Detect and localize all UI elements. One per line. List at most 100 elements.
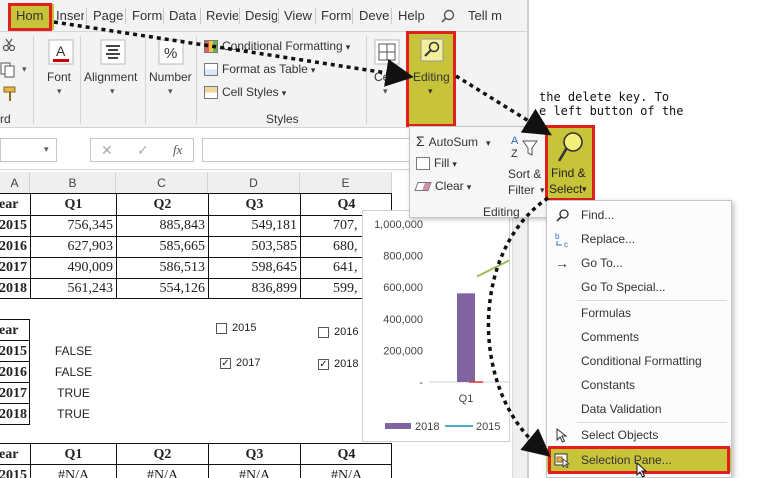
menu-item-formulas[interactable]: Formulas	[547, 301, 731, 325]
cut-icon[interactable]	[2, 38, 16, 52]
table-cell[interactable]: 2017	[0, 256, 30, 279]
copy-icon[interactable]	[0, 62, 18, 78]
table-cell[interactable]: 2016	[0, 235, 30, 258]
tab-insert[interactable]: Inser	[54, 4, 84, 28]
table-cell[interactable]: 2015	[0, 214, 30, 237]
table-cell[interactable]: 503,585	[209, 235, 300, 258]
menu-item-conditional-formatting[interactable]: Conditional Formatting	[547, 349, 731, 373]
menu-item-constants[interactable]: Constants	[547, 373, 731, 397]
conditional-formatting-button[interactable]: Conditional Formatting ▾	[204, 36, 350, 56]
alignment-dropdown-arrow[interactable]: ▾	[110, 86, 115, 97]
sort-filter-label-2[interactable]: Filter	[508, 183, 535, 197]
column-header-a[interactable]: A	[0, 172, 30, 194]
table-cell[interactable]: 561,243	[31, 277, 116, 300]
table-header-year[interactable]: ear	[0, 193, 30, 216]
menu-item-replace[interactable]: bc Replace...	[547, 227, 731, 251]
enter-icon[interactable]: ✓	[137, 142, 149, 159]
checkbox-2018[interactable]: ✓ 2018	[318, 358, 358, 370]
formula-input[interactable]	[202, 138, 412, 162]
font-dropdown-arrow[interactable]: ▾	[57, 86, 62, 97]
table-cell[interactable]: FALSE	[31, 361, 116, 384]
tab-view[interactable]: View	[282, 4, 314, 28]
sort-filter-dropdown-arrow[interactable]: ▾	[540, 185, 545, 196]
percent-icon[interactable]: %	[157, 38, 185, 66]
tab-format[interactable]: Form	[319, 4, 353, 28]
table-cell[interactable]: 585,665	[117, 235, 208, 258]
menu-item-go-to-special[interactable]: Go To Special...	[547, 275, 731, 299]
name-box-dropdown[interactable]: ▾	[44, 144, 49, 155]
sales-chart[interactable]: 1,000,000 800,000 600,000 400,000 200,000 - Q1…	[362, 210, 510, 442]
clear-button[interactable]: Clear ▾	[414, 176, 471, 196]
tell-me-box[interactable]: Tell m	[466, 4, 504, 28]
copy-dropdown-arrow[interactable]: ▾	[22, 64, 27, 75]
table-cell[interactable]: FALSE	[31, 340, 116, 363]
cells-icon[interactable]	[373, 38, 401, 66]
tab-data[interactable]: Data	[167, 4, 198, 28]
cancel-icon[interactable]: ✕	[101, 142, 113, 159]
table-cell[interactable]: 549,181	[209, 214, 300, 237]
table-cell[interactable]: #N/A	[301, 464, 392, 478]
table-header-year[interactable]: ear	[0, 319, 30, 342]
menu-item-find[interactable]: Find...	[547, 203, 731, 227]
table-cell[interactable]: 2015	[0, 340, 30, 363]
table-header-q3[interactable]: Q3	[209, 193, 300, 216]
table-cell[interactable]: 2016	[0, 361, 30, 384]
table-header-q3[interactable]: Q3	[209, 443, 300, 466]
tab-developer[interactable]: Deve	[357, 4, 391, 28]
menu-item-go-to[interactable]: → Go To...	[547, 251, 731, 275]
cells-dropdown-arrow[interactable]: ▾	[383, 86, 388, 97]
column-header-c[interactable]: C	[116, 172, 208, 194]
font-icon[interactable]: A	[47, 38, 75, 66]
table-cell[interactable]: 586,513	[117, 256, 208, 279]
menu-item-data-validation[interactable]: Data Validation	[547, 397, 731, 421]
table-cell[interactable]: 627,903	[31, 235, 116, 258]
insert-function-button[interactable]: fx	[173, 142, 182, 158]
column-header-d[interactable]: D	[208, 172, 300, 194]
table-cell[interactable]: 836,899	[209, 277, 300, 300]
table-cell[interactable]: 756,345	[31, 214, 116, 237]
table-cell[interactable]: 885,843	[117, 214, 208, 237]
alignment-icon[interactable]	[99, 38, 127, 66]
format-painter-icon[interactable]	[2, 86, 18, 102]
table-cell[interactable]: 2018	[0, 277, 30, 300]
table-cell[interactable]: 2017	[0, 382, 30, 405]
table-cell[interactable]: 2015	[0, 464, 30, 478]
sort-filter-label-1[interactable]: Sort &	[508, 167, 541, 181]
table-cell[interactable]: TRUE	[31, 403, 116, 426]
tab-page-layout[interactable]: Page	[91, 4, 125, 28]
table-cell[interactable]: 2018	[0, 403, 30, 426]
tab-help[interactable]: Help	[396, 4, 427, 28]
table-cell[interactable]: #N/A	[209, 464, 300, 478]
tab-formulas[interactable]: Form	[130, 4, 164, 28]
table-header-q2[interactable]: Q2	[117, 443, 208, 466]
menu-item-select-objects[interactable]: Select Objects	[547, 423, 731, 447]
table-header-q4[interactable]: Q4	[301, 443, 392, 466]
sort-filter-icon[interactable]: A Z	[510, 133, 540, 159]
table-cell[interactable]: #N/A	[31, 464, 116, 478]
format-as-table-button[interactable]: Format as Table ▾	[204, 59, 315, 79]
cells-group-button[interactable]: Cells	[374, 70, 401, 84]
checkbox-2017[interactable]: ✓ 2017	[220, 357, 260, 369]
number-group-button[interactable]: Number	[149, 70, 192, 84]
autosum-button[interactable]: Σ AutoSum ▾	[416, 131, 491, 151]
fill-button[interactable]: Fill ▾	[416, 153, 457, 173]
column-header-b[interactable]: B	[30, 172, 116, 194]
column-header-e[interactable]: E	[300, 172, 392, 194]
number-dropdown-arrow[interactable]: ▾	[168, 86, 173, 97]
table-cell[interactable]: 554,126	[117, 277, 208, 300]
table-header-year[interactable]: ear	[0, 443, 30, 466]
checkbox-2015[interactable]: 2015	[216, 322, 256, 334]
alignment-group-button[interactable]: Alignment	[84, 70, 137, 84]
table-cell[interactable]: TRUE	[31, 382, 116, 405]
table-cell[interactable]: 490,009	[31, 256, 116, 279]
table-header-q1[interactable]: Q1	[31, 443, 116, 466]
font-group-button[interactable]: Font	[47, 70, 71, 84]
table-header-q1[interactable]: Q1	[31, 193, 116, 216]
table-cell[interactable]: #N/A	[117, 464, 208, 478]
table-cell[interactable]: 598,645	[209, 256, 300, 279]
table-header-q2[interactable]: Q2	[117, 193, 208, 216]
cell-styles-button[interactable]: Cell Styles ▾	[204, 82, 286, 102]
checkbox-2016[interactable]: 2016	[318, 326, 358, 338]
menu-item-comments[interactable]: Comments	[547, 325, 731, 349]
tab-review[interactable]: Revie	[204, 4, 238, 28]
